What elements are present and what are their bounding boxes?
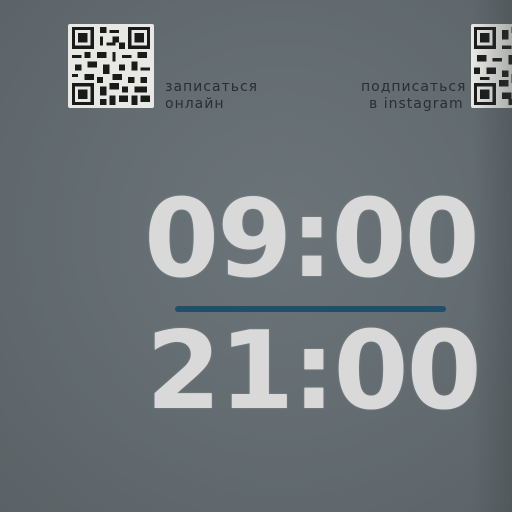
opening-time: 09:00 xyxy=(144,177,480,302)
qr-code-icon xyxy=(474,27,512,105)
closing-time: 21:00 xyxy=(146,309,482,434)
booking-caption-line1: записаться xyxy=(165,79,259,95)
qr-code-icon xyxy=(72,27,150,105)
instagram-caption-line2: в instagram xyxy=(369,96,464,112)
booking-caption-line2: онлайн xyxy=(165,96,225,112)
instagram-caption-line1: подписаться xyxy=(361,79,467,95)
booking-caption: записаться онлайн xyxy=(165,79,258,113)
qr-code-instagram[interactable] xyxy=(471,24,512,108)
qr-code-booking[interactable] xyxy=(68,24,154,108)
instagram-caption: подписаться в instagram xyxy=(361,79,466,113)
hours-sign: записаться онлайн подписаться в instagra… xyxy=(0,0,512,512)
